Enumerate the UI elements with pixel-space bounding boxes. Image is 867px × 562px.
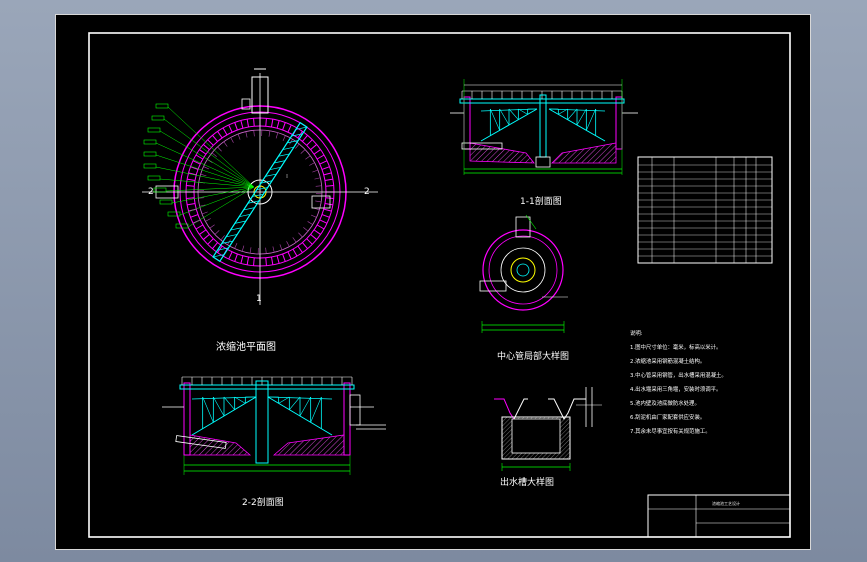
design-note-4: 4.出水堰采用三角堰，安装时须调平。 <box>630 385 721 393</box>
design-notes: 说明: 1.图中尺寸单位：毫米，标高以米计。 2.浓缩池采用钢筋混凝土结构。 3.中心… <box>630 329 727 435</box>
design-note-2: 2.浓缩池采用钢筋混凝土结构。 <box>630 357 705 365</box>
design-note-0: 说明: <box>630 329 643 337</box>
design-note-6: 6.刮泥机由厂家配套供应安装。 <box>630 413 705 421</box>
parts-list-table <box>637 156 773 264</box>
center-pipe-title: 中心管局部大样图 <box>497 350 569 362</box>
plan-view: 2 2 1 ▯ 浓缩池平面图 <box>142 68 378 353</box>
drawing-canvas: 2 2 1 ▯ 浓缩池平面图 1-1剖面图 中心管局部大样图 说明:1.图中尺寸… <box>88 32 791 538</box>
center-pipe-detail: 中心管局部大样图 <box>479 214 569 362</box>
design-note-3: 3.中心管采用钢管，出水槽采用混凝土。 <box>630 371 727 379</box>
plan-cut-mark-2-right: 2 <box>364 187 370 197</box>
title-block-name: 浓缩池工艺设计 <box>712 500 740 506</box>
design-note-1: 1.图中尺寸单位：毫米，标高以米计。 <box>630 343 721 351</box>
section22-scraper-truss <box>191 396 333 436</box>
plan-cut-mark-1-bottom: 1 <box>256 294 262 304</box>
plan-cut-mark-2-left: 2 <box>148 187 154 197</box>
drawing-sheet: 2 2 1 ▯ 浓缩池平面图 1-1剖面图 中心管局部大样图 说明: 1.图中尺… <box>55 14 811 550</box>
section11-scraper-truss <box>480 108 606 142</box>
outlet-title: 出水槽大样图 <box>500 476 554 488</box>
svg-text:▯: ▯ <box>286 173 288 178</box>
inner-border <box>88 32 791 538</box>
section22-bridge <box>179 384 355 390</box>
design-note-7: 7.其余未尽事宜按有关规范施工。 <box>630 427 711 435</box>
section11-title: 1-1剖面图 <box>520 195 562 207</box>
section11-bridge <box>459 98 625 104</box>
section22-title: 2-2剖面图 <box>242 496 284 508</box>
design-note-5: 5.池内壁及池底做防水处理。 <box>630 399 700 407</box>
section-2-2: 2-2剖面图 <box>162 376 386 508</box>
title-block: 浓缩池工艺设计 <box>647 494 791 538</box>
plan-title: 浓缩池平面图 <box>216 340 276 353</box>
outlet-trough-detail: 出水槽大样图 <box>494 387 602 488</box>
cad-viewer: 2 2 1 ▯ 浓缩池平面图 1-1剖面图 中心管局部大样图 说明: 1.图中尺… <box>0 0 867 562</box>
section-1-1: 1-1剖面图 <box>450 79 638 207</box>
